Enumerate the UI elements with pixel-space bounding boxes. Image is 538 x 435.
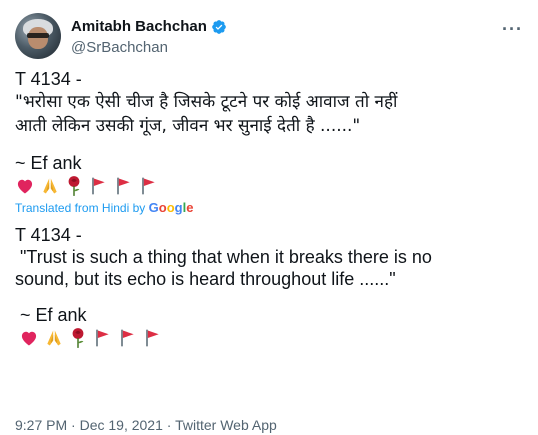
translation-line-2: sound, but its echo is heard throughout …: [15, 269, 396, 289]
red-flag-icon: [96, 329, 109, 347]
folded-hands-icon: [47, 330, 61, 346]
heart-icon: [21, 331, 37, 346]
tweet-signature: ~ Ef ank: [15, 153, 82, 173]
tweet-header: Amitabh Bachchan @SrBachchan ···: [15, 13, 523, 59]
translation-line-1: "Trust is such a thing that when it brea…: [15, 247, 432, 267]
tweet-date[interactable]: Dec 19, 2021: [80, 417, 163, 433]
translation-signature: ~ Ef ank: [15, 305, 87, 325]
tweet-time[interactable]: 9:27 PM: [15, 417, 67, 433]
tweet-footer: 9:27 PM · Dec 19, 2021 · Twitter Web App: [15, 417, 277, 433]
red-flag-icon: [92, 177, 105, 195]
red-flag-icon: [117, 177, 130, 195]
tweet-source[interactable]: Twitter Web App: [175, 417, 277, 433]
translation-label: Translated from Hindi by: [15, 201, 149, 215]
translation-attribution[interactable]: Translated from Hindi by Google: [15, 200, 525, 216]
avatar[interactable]: [15, 13, 61, 59]
red-flag-icon: [121, 329, 134, 347]
translation-id-line: T 4134 -: [15, 225, 82, 245]
red-flag-icon: [146, 329, 159, 347]
verified-badge-icon: [212, 19, 226, 34]
tweet-id-line: T 4134 -: [15, 69, 82, 89]
author-handle[interactable]: @SrBachchan: [71, 39, 168, 56]
tweet-body: T 4134 - "भरोसा एक ऐसी चीज है जिसके टूटन…: [15, 68, 525, 350]
footer-separator: ·: [166, 417, 172, 433]
tweet-emoji-row: [15, 174, 525, 198]
rose-icon: [72, 328, 84, 348]
more-options-icon[interactable]: ···: [502, 19, 523, 40]
google-logo: Google: [148, 200, 194, 215]
heart-icon: [17, 179, 33, 194]
rose-icon: [68, 176, 80, 196]
translation-emoji-row: [15, 326, 525, 350]
tweet-hindi-line-2: आती लेकिन उसकी गूंज, जीवन भर सुनाई देती …: [15, 116, 361, 136]
red-flag-icon: [142, 177, 155, 195]
tweet-hindi-line-1: "भरोसा एक ऐसी चीज है जिसके टूटने पर कोई …: [15, 92, 398, 112]
author-name-row[interactable]: Amitabh Bachchan: [71, 18, 227, 35]
footer-separator: ·: [71, 417, 76, 433]
folded-hands-icon: [43, 178, 57, 194]
author-name[interactable]: Amitabh Bachchan: [71, 18, 207, 35]
